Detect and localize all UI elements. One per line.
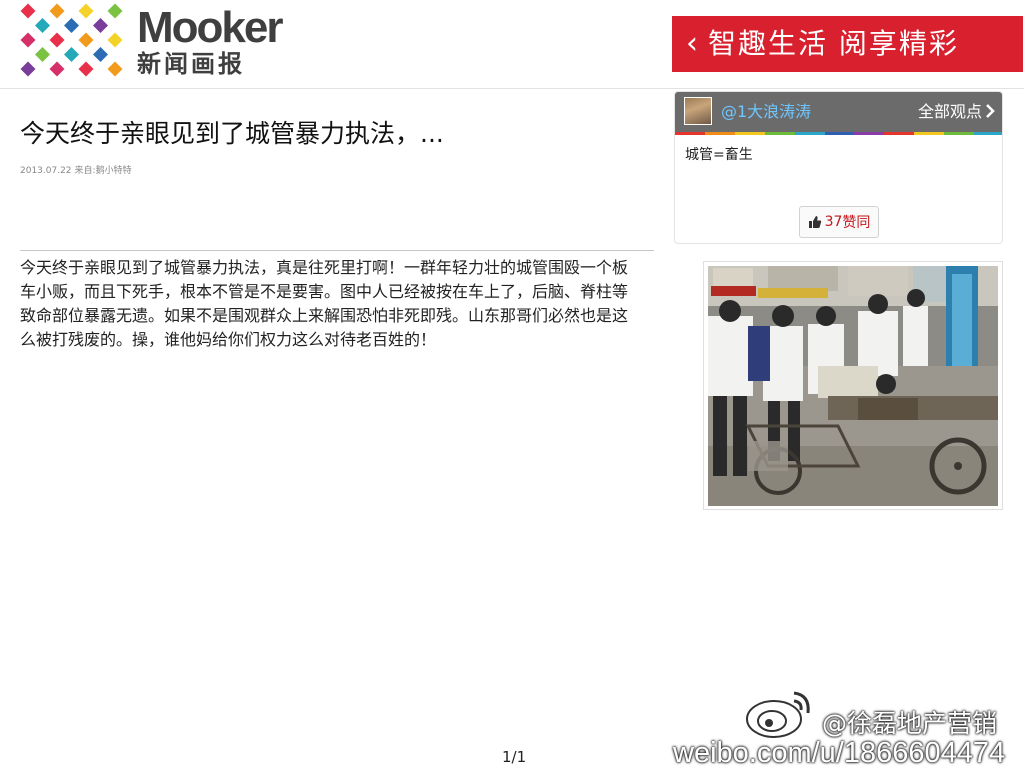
logo-diamond [49, 32, 65, 48]
mooker-logo-icon[interactable] [18, 3, 126, 79]
color-strip-segment [914, 132, 945, 135]
chevron-right-icon [986, 104, 995, 118]
color-strip-segment [854, 132, 885, 135]
comment-text: 城管=畜生 [685, 147, 753, 163]
logo-diamond [49, 61, 65, 77]
logo-diamond [93, 47, 108, 62]
comment-card-header: @1大浪涛涛 全部观点 [675, 92, 1002, 132]
color-strip-segment [974, 132, 1002, 135]
logo-diamond [64, 18, 79, 33]
logo-diamond [49, 3, 65, 19]
logo-diamond [35, 47, 50, 62]
brand[interactable]: Mooker 新闻画报 [137, 3, 283, 79]
color-strip-segment [764, 132, 795, 135]
agree-label: 赞同 [842, 215, 871, 231]
logo-diamond [35, 18, 50, 33]
article-source[interactable]: 鹅小特特 [96, 166, 132, 176]
article-title: 今天终于亲眼见到了城管暴力执法，... [20, 119, 444, 148]
logo-diamond [64, 47, 79, 62]
color-strip-segment [794, 132, 825, 135]
slogan-banner[interactable]: ‹ 智趣生活 阅享精彩 [672, 16, 1023, 72]
logo-diamond [20, 3, 36, 19]
logo-diamond [93, 18, 108, 33]
brand-name-cn: 新闻画报 [137, 50, 245, 78]
logo-diamond [107, 61, 123, 77]
color-strip-segment [675, 132, 705, 135]
logo-diamond [78, 32, 94, 48]
news-photo-frame[interactable] [703, 261, 1003, 510]
page-indicator: 1/1 [502, 748, 527, 766]
agree-button[interactable]: 37 赞同 [799, 206, 879, 238]
logo-diamond [20, 61, 36, 77]
comment-card: @1大浪涛涛 全部观点 城管=畜生 37 赞同 [674, 91, 1003, 244]
article-meta: 2013.07.22 来自:鹅小特特 [20, 163, 135, 176]
color-strip-segment [884, 132, 915, 135]
logo-diamond [78, 3, 94, 19]
watermark-url: weibo.com/u/1866604474 [673, 737, 1006, 769]
watermark-name: @徐磊地产营销 [822, 709, 998, 738]
thumbs-up-icon [808, 216, 821, 228]
app-header: Mooker 新闻画报 ‹ 智趣生活 阅享精彩 [0, 0, 1024, 89]
all-views-label: 全部观点 [917, 102, 982, 121]
color-strip-segment [734, 132, 765, 135]
weibo-logo-icon [746, 691, 810, 738]
color-strip-segment [704, 132, 735, 135]
brand-name-en: Mooker [137, 3, 283, 52]
source-prefix: 来自: [74, 166, 96, 176]
logo-diamond [107, 3, 123, 19]
news-photo[interactable] [708, 266, 998, 506]
divider [20, 250, 654, 251]
color-strip [675, 132, 1002, 135]
all-views-link[interactable]: 全部观点 [918, 101, 995, 123]
slogan-text: 智趣生活 阅享精彩 [708, 27, 959, 60]
logo-diamond [20, 32, 36, 48]
article-body: 今天终于亲眼见到了城管暴力执法，真是往死里打啊！一群年轻力壮的城管围殴一个板车小… [20, 258, 629, 349]
article-date: 2013.07.22 [20, 166, 72, 176]
color-strip-segment [824, 132, 855, 135]
agree-count: 37 [824, 214, 843, 230]
logo-diamond [107, 32, 123, 48]
comment-user[interactable]: @1大浪涛涛 [721, 101, 811, 123]
color-strip-segment [944, 132, 975, 135]
avatar[interactable] [684, 97, 712, 125]
logo-diamond [78, 61, 94, 77]
chevron-left-icon[interactable]: ‹ [686, 16, 698, 72]
